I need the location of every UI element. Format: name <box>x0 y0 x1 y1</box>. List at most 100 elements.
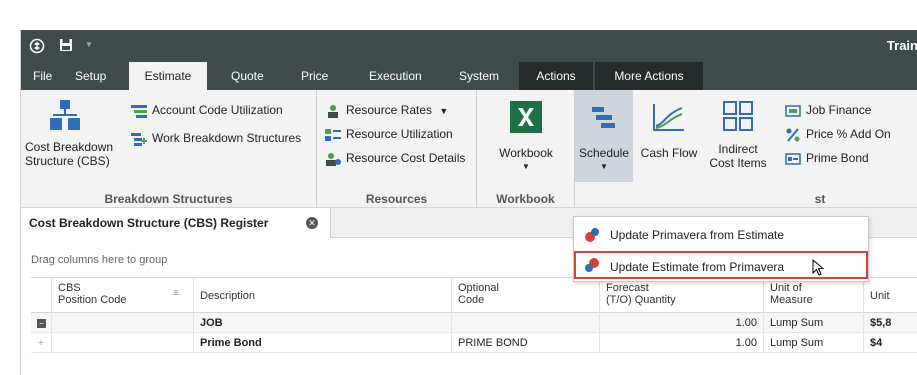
hierarchy-icon <box>50 100 80 130</box>
header-forecast-line1: Forecast <box>606 282 649 294</box>
cell-optional-code[interactable] <box>451 313 599 333</box>
resource-rates-button[interactable]: Resource Rates ▼ <box>325 100 448 120</box>
indirect-cost-grid-icon <box>723 101 753 131</box>
primavera-export-icon <box>585 228 599 242</box>
price-add-on-label: Price % Add On <box>806 127 891 141</box>
header-uom-line1: Unit of <box>770 282 802 294</box>
wbs-label: Work Breakdown Structures <box>152 131 302 145</box>
header-cbs-position-code[interactable]: CBS Position Code ≡ <box>51 278 193 314</box>
cell-quantity[interactable]: 1.00 <box>599 313 763 333</box>
header-description[interactable]: Description <box>193 278 451 314</box>
table-row[interactable]: − JOB 1.00 Lump Sum $5,8 <box>31 313 917 333</box>
cash-flow-chart-icon <box>653 104 684 131</box>
tab-quote[interactable]: Quote <box>221 62 274 90</box>
cell-unit[interactable]: $4 <box>863 333 917 353</box>
group-label-resources: Resources <box>365 192 428 206</box>
save-icon[interactable] <box>59 38 73 52</box>
menu-update-primavera-from-estimate[interactable]: Update Primavera from Estimate <box>574 221 868 249</box>
prime-bond-icon <box>785 153 801 165</box>
resource-utilization-label: Resource Utilization <box>346 127 453 141</box>
tab-execution[interactable]: Execution <box>359 62 432 90</box>
indirect-label-1: Indirect <box>718 142 758 156</box>
tab-actions[interactable]: Actions <box>519 62 593 90</box>
tab-system[interactable]: System <box>449 62 509 90</box>
excel-icon <box>510 101 542 133</box>
app-window: ▼ Train File Setup Estimate Quote Price … <box>20 30 917 375</box>
menu-update-primavera-label: Update Primavera from Estimate <box>610 228 785 242</box>
header-expander <box>31 278 51 314</box>
resource-utilization-button[interactable]: Resource Utilization <box>325 124 453 144</box>
cell-uom[interactable]: Lump Sum <box>763 313 863 333</box>
wbs-icon <box>131 132 147 146</box>
primavera-import-icon <box>585 258 599 272</box>
cbs-button-label-1: Cost Breakdown <box>25 140 114 154</box>
tab-estimate[interactable]: Estimate <box>129 62 207 90</box>
sort-icon[interactable]: ≡ <box>173 288 179 300</box>
row-collapse-icon[interactable]: − <box>31 313 51 333</box>
resource-rates-label: Resource Rates <box>346 103 433 117</box>
group-label-workbook: Workbook <box>496 192 555 206</box>
tab-price[interactable]: Price <box>291 62 338 90</box>
header-cbs-line1: CBS <box>58 282 81 294</box>
app-logo-icon[interactable] <box>29 38 45 54</box>
group-breakdown-structures: Cost Breakdown Structure (CBS) Account C… <box>21 90 317 208</box>
quick-access-dropdown-icon[interactable]: ▼ <box>85 40 93 49</box>
cell-unit[interactable]: $5,8 <box>863 313 917 333</box>
schedule-dropdown-icon: ▼ <box>600 162 608 171</box>
header-optional-line1: Optional <box>458 282 499 294</box>
schedule-dropdown-menu: Update Primavera from Estimate Update Es… <box>573 216 869 282</box>
cbs-register-tab[interactable]: Cost Breakdown Structure (CBS) Register … <box>21 208 331 238</box>
menu-update-estimate-from-primavera[interactable]: Update Estimate from Primavera <box>574 251 868 279</box>
cell-optional-code[interactable]: PRIME BOND <box>451 333 599 353</box>
account-code-utilization-button[interactable]: Account Code Utilization <box>131 100 283 120</box>
prime-bond-button[interactable]: Prime Bond <box>785 148 869 168</box>
header-unit[interactable]: Unit <box>863 278 917 314</box>
window-title: Train <box>886 38 917 53</box>
cell-quantity[interactable]: 1.00 <box>599 333 763 353</box>
cell-cbs-code[interactable] <box>51 313 193 333</box>
account-code-icon <box>131 104 147 118</box>
ribbon: Cost Breakdown Structure (CBS) Account C… <box>21 90 917 208</box>
indirect-cost-items-button[interactable]: Indirect Cost Items <box>705 100 771 170</box>
title-bar: ▼ Train <box>21 30 917 62</box>
tab-file[interactable]: File <box>23 62 62 90</box>
schedule-button[interactable]: Schedule ▼ <box>575 90 633 182</box>
cell-description[interactable]: Prime Bond <box>193 333 451 353</box>
resource-cost-details-button[interactable]: Resource Cost Details <box>325 148 465 168</box>
tab-setup[interactable]: Setup <box>65 62 116 90</box>
ribbon-tab-bar: File Setup Estimate Quote Price Executio… <box>21 62 917 90</box>
tab-more-actions[interactable]: More Actions <box>595 62 703 90</box>
resource-rates-dropdown-icon: ▼ <box>439 106 449 116</box>
job-finance-button[interactable]: Job Finance <box>785 100 871 120</box>
job-finance-icon <box>785 105 801 117</box>
group-workbook: Workbook ▼ Workbook <box>477 90 575 208</box>
indirect-label-2: Cost Items <box>709 156 767 170</box>
menu-update-estimate-label: Update Estimate from Primavera <box>610 260 785 274</box>
cbs-button-label-2: Structure (CBS) <box>25 154 110 168</box>
header-forecast-line2: (T/O) Quantity <box>606 294 676 306</box>
grid-header: CBS Position Code ≡ Description Optional… <box>31 277 917 314</box>
cell-uom[interactable]: Lump Sum <box>763 333 863 353</box>
header-unit-of-measure[interactable]: Unit of Measure <box>763 278 863 314</box>
cell-description[interactable]: JOB <box>193 313 451 333</box>
header-optional-code[interactable]: Optional Code <box>451 278 599 314</box>
account-code-label: Account Code Utilization <box>152 103 283 117</box>
resource-cost-details-icon <box>326 152 341 166</box>
cash-flow-button[interactable]: Cash Flow <box>637 102 701 160</box>
header-forecast-quantity[interactable]: Forecast (T/O) Quantity <box>599 278 763 314</box>
header-cbs-line2: Position Code <box>58 294 127 306</box>
group-label-breakdown: Breakdown Structures <box>104 192 233 206</box>
group-resources: Resource Rates ▼ Resource Utilization Re… <box>317 90 477 208</box>
cell-cbs-code[interactable] <box>51 333 193 353</box>
table-row[interactable]: + Prime Bond PRIME BOND 1.00 Lump Sum $4 <box>31 333 917 353</box>
price-add-on-button[interactable]: Price % Add On <box>785 124 891 144</box>
row-expand-icon[interactable]: + <box>31 333 51 353</box>
header-optional-line2: Code <box>458 294 485 306</box>
group-label-schedule-partial: st <box>814 192 826 206</box>
cbs-register-tab-title: Cost Breakdown Structure (CBS) Register <box>29 216 269 230</box>
work-breakdown-structures-button[interactable]: Work Breakdown Structures <box>131 128 301 148</box>
close-tab-icon[interactable]: ✕ <box>306 217 318 229</box>
cbs-button[interactable]: Cost Breakdown Structure (CBS) <box>25 98 117 168</box>
group-by-hint: Drag columns here to group <box>31 254 168 266</box>
workbook-button[interactable]: Workbook ▼ <box>489 100 563 174</box>
